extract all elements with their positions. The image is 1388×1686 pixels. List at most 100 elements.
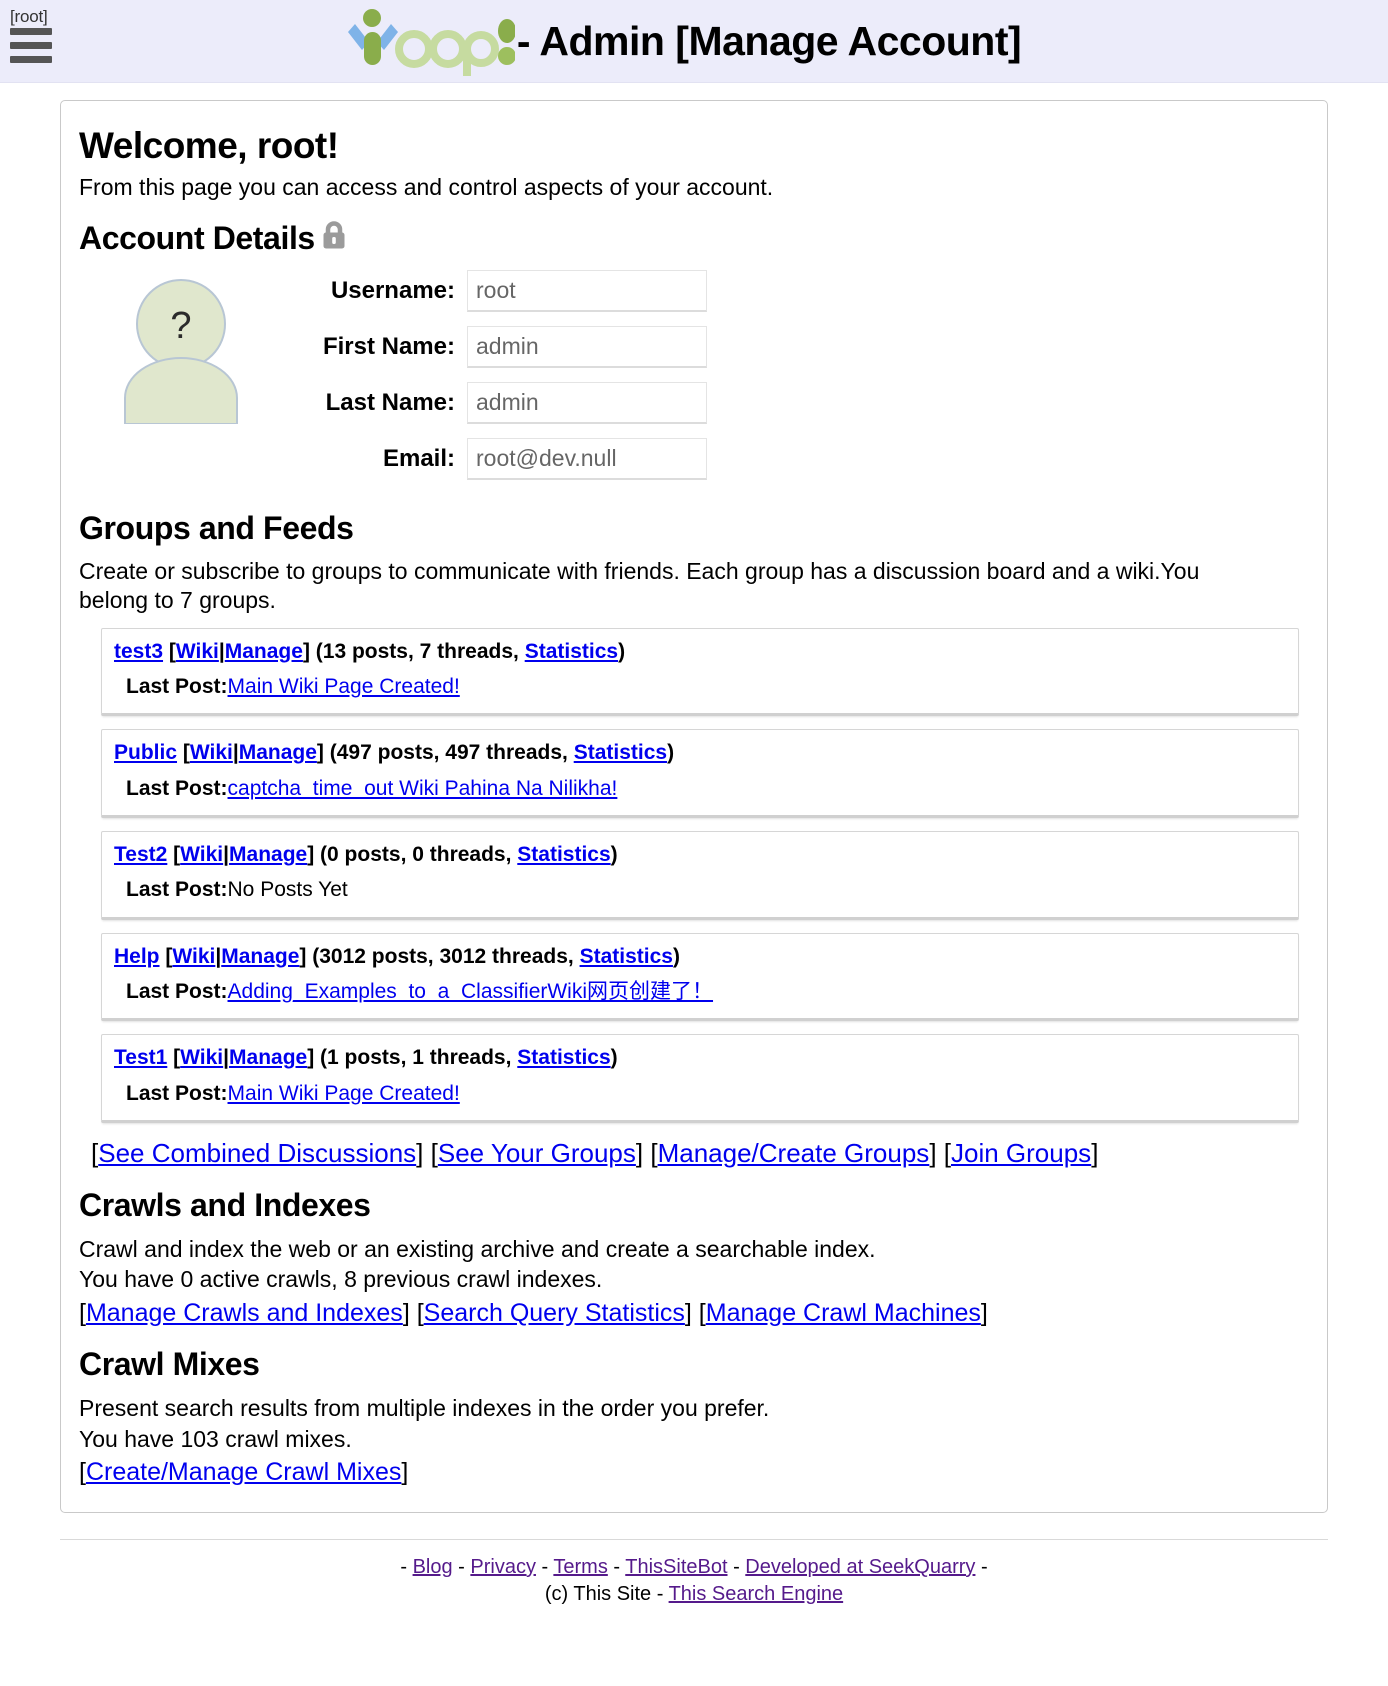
group-statistics-link[interactable]: Statistics <box>574 741 667 764</box>
bracket-open: [ <box>168 639 176 663</box>
bracket-close: ] <box>416 1137 431 1168</box>
avatar[interactable]: ? <box>111 276 261 429</box>
field-row-email: Email: <box>267 437 707 480</box>
footer-links-row: - Blog - Privacy - Terms - ThisSiteBot -… <box>60 1554 1328 1581</box>
footer-link[interactable]: Terms <box>553 1556 607 1578</box>
footer-link[interactable]: Blog <box>413 1556 453 1578</box>
group-wiki-link[interactable]: Wiki <box>190 741 233 764</box>
last-post-value: No Posts Yet <box>227 878 348 902</box>
group-nav-link[interactable]: See Your Groups <box>438 1138 636 1168</box>
group-wiki-link[interactable]: Wiki <box>176 640 219 663</box>
field-row-username: Username: <box>267 269 707 312</box>
account-details-body: ? Username: First Name: Last Name: Email… <box>79 269 1309 494</box>
main-content-card: Welcome, root! From this page you can ac… <box>60 100 1328 1513</box>
group-item: test3 [Wiki|Manage] (13 posts, 7 threads… <box>101 627 1299 717</box>
group-item-header: Test2 [Wiki|Manage] (0 posts, 0 threads,… <box>114 841 1286 869</box>
last-post-value[interactable]: Main Wiki Page Created! <box>228 1082 460 1105</box>
group-manage-link[interactable]: Manage <box>239 741 317 764</box>
footer-link[interactable]: Privacy <box>470 1556 536 1578</box>
crawl-mixes-line-1: Present search results from multiple ind… <box>79 1395 770 1422</box>
group-counts-tail: ) <box>667 741 675 765</box>
group-statistics-link[interactable]: Statistics <box>517 843 610 866</box>
footer-separator: - <box>535 1555 554 1578</box>
group-statistics-link[interactable]: Statistics <box>525 640 618 663</box>
bracket-open: [ <box>698 1298 706 1327</box>
group-wiki-link[interactable]: Wiki <box>180 843 223 866</box>
group-nav-link[interactable]: Join Groups <box>951 1138 1091 1168</box>
crawl-mixes-link[interactable]: Create/Manage Crawl Mixes <box>86 1458 401 1486</box>
group-last-post-row: Last Post:Adding_Examples_to_a_Classifie… <box>114 978 1286 1005</box>
email-input[interactable] <box>467 437 707 480</box>
bracket-close: ] <box>402 1298 417 1327</box>
group-wiki-link[interactable]: Wiki <box>180 1046 223 1069</box>
footer-link[interactable]: Developed at SeekQuarry <box>745 1556 975 1578</box>
group-counts: (13 posts, 7 threads, <box>309 639 525 663</box>
username-label: Username: <box>330 276 455 304</box>
crawls-link[interactable]: Manage Crawls and Indexes <box>86 1299 403 1327</box>
bracket-close: ] <box>684 1298 699 1327</box>
field-row-last-name: Last Name: <box>267 381 707 424</box>
footer-separator: - <box>400 1555 413 1578</box>
crawl-mixes-line-2: You have 103 crawl mixes. <box>79 1425 352 1452</box>
groups-and-feeds-heading: Groups and Feeds <box>79 509 354 546</box>
last-post-value[interactable]: Adding_Examples_to_a_ClassifierWiki网页创建了… <box>228 980 714 1003</box>
brand: - Admin [Manage Account] <box>347 6 1022 76</box>
bracket-close: ] <box>980 1298 988 1327</box>
group-item-header: Help [Wiki|Manage] (3012 posts, 3012 thr… <box>114 943 1286 971</box>
group-last-post-row: Last Post:captcha_time_out Wiki Pahina N… <box>114 775 1286 802</box>
group-counts: (497 posts, 497 threads, <box>323 741 574 765</box>
last-post-label: Last Post: <box>126 776 228 800</box>
crawls-link[interactable]: Search Query Statistics <box>424 1299 685 1327</box>
account-details-heading-text: Account Details <box>79 220 315 257</box>
group-item: Test2 [Wiki|Manage] (0 posts, 0 threads,… <box>101 830 1299 920</box>
bracket-open: [ <box>79 1458 86 1487</box>
email-label: Email: <box>382 444 455 472</box>
group-item-header: Test1 [Wiki|Manage] (1 posts, 1 threads,… <box>114 1044 1286 1072</box>
bracket-open: [ <box>182 741 190 765</box>
group-wiki-link[interactable]: Wiki <box>172 945 215 968</box>
hamburger-menu-button[interactable]: [root] <box>10 8 74 70</box>
group-statistics-link[interactable]: Statistics <box>517 1046 610 1069</box>
hamburger-icon-bar <box>10 28 52 35</box>
group-nav-link[interactable]: Manage/Create Groups <box>658 1138 930 1168</box>
group-name-link[interactable]: Test1 <box>114 1046 167 1069</box>
footer-copyright-text: (c) This Site - <box>544 1582 664 1605</box>
last-name-input[interactable] <box>467 381 707 424</box>
crawls-link[interactable]: Manage Crawl Machines <box>706 1299 981 1327</box>
account-fields: Username: First Name: Last Name: Email: <box>267 269 707 494</box>
lock-icon <box>317 218 351 260</box>
account-details-heading: Account Details <box>79 218 1309 260</box>
group-item-header: Public [Wiki|Manage] (497 posts, 497 thr… <box>114 739 1286 767</box>
avatar-placeholder-text: ? <box>170 305 191 347</box>
bracket-close: ] <box>635 1137 651 1168</box>
footer-separator: - <box>727 1555 746 1578</box>
group-item: Test1 [Wiki|Manage] (1 posts, 1 threads,… <box>101 1034 1299 1123</box>
group-name-link[interactable]: test3 <box>114 640 163 663</box>
group-manage-link[interactable]: Manage <box>229 1046 307 1069</box>
bracket-close: ] <box>929 1137 944 1168</box>
yioop-logo-icon[interactable] <box>347 6 515 76</box>
group-statistics-link[interactable]: Statistics <box>580 945 673 968</box>
username-input[interactable] <box>467 269 707 312</box>
group-nav-link[interactable]: See Combined Discussions <box>98 1138 416 1168</box>
group-manage-link[interactable]: Manage <box>229 843 307 866</box>
footer-link-this-search-engine[interactable]: This Search Engine <box>669 1583 844 1605</box>
bracket-close: ] <box>1091 1137 1099 1168</box>
group-manage-link[interactable]: Manage <box>225 640 303 663</box>
group-name-link[interactable]: Test2 <box>114 843 167 866</box>
last-post-label: Last Post: <box>126 878 228 902</box>
last-post-label: Last Post: <box>126 1081 228 1105</box>
first-name-input[interactable] <box>467 325 707 368</box>
bracket-open: [ <box>650 1137 658 1168</box>
bracket-open: [ <box>79 1298 86 1327</box>
last-post-value[interactable]: captcha_time_out Wiki Pahina Na Nilikha! <box>228 777 618 800</box>
hamburger-icon-bar <box>10 56 52 63</box>
last-post-label: Last Post: <box>126 674 228 698</box>
footer-link[interactable]: ThisSiteBot <box>625 1556 727 1578</box>
group-counts-tail: ) <box>618 639 626 663</box>
group-name-link[interactable]: Help <box>114 945 160 968</box>
crawls-line-1: Crawl and index the web or an existing a… <box>79 1235 876 1262</box>
last-post-value[interactable]: Main Wiki Page Created! <box>228 675 460 698</box>
group-manage-link[interactable]: Manage <box>221 945 299 968</box>
group-name-link[interactable]: Public <box>114 741 177 764</box>
